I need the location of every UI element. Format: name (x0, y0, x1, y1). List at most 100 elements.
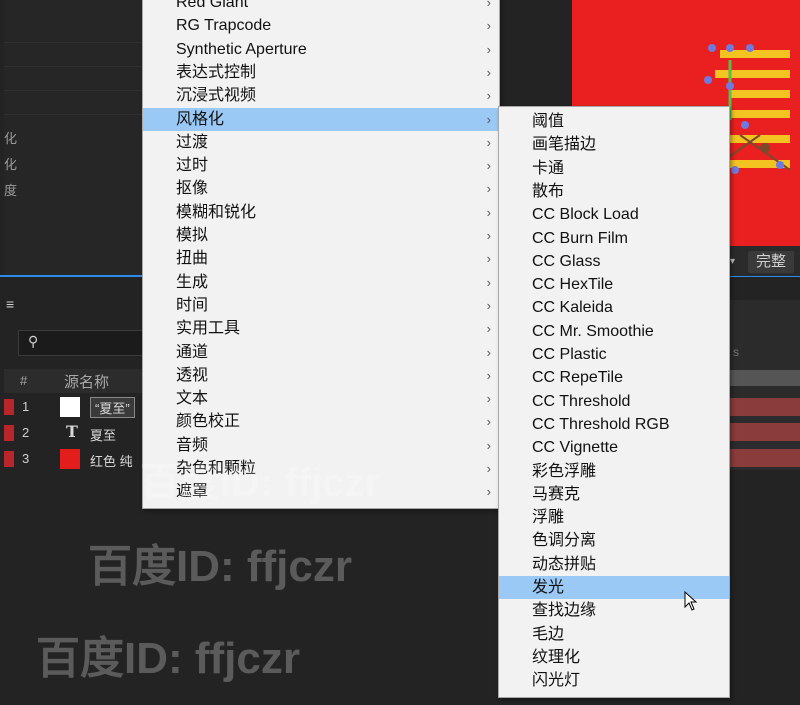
chevron-right-icon: › (486, 134, 491, 150)
menu-item-label: 模糊和锐化 (176, 203, 257, 221)
chevron-right-icon: › (486, 437, 491, 453)
menu-item-label: 阈值 (532, 113, 565, 130)
chevron-right-icon: › (486, 461, 491, 476)
menu-item[interactable]: 时间 › (143, 294, 499, 317)
mouse-cursor-icon (684, 591, 698, 611)
menu-item[interactable]: 动态拼贴 (499, 553, 729, 576)
chevron-right-icon: › (486, 204, 491, 220)
menu-item-label: 文本 (176, 390, 209, 408)
menu-item-label: 画笔描边 (532, 136, 597, 154)
menu-item[interactable]: CC Vignette (499, 436, 729, 459)
menu-item-label: CC Vignette (532, 439, 618, 457)
menu-item[interactable]: 文本 › (143, 387, 499, 410)
resolution-dropdown[interactable]: 完整 (748, 251, 794, 273)
layer-bar[interactable] (728, 449, 800, 467)
menu-item[interactable]: 扭曲 › (143, 247, 499, 270)
menu-item[interactable]: Synthetic Aperture › (143, 38, 499, 61)
menu-item[interactable]: 透视 › (143, 364, 499, 387)
menu-item[interactable]: 色调分离 (499, 529, 729, 552)
search-icon[interactable]: ⚲ (28, 333, 38, 350)
menu-item[interactable]: CC Kaleida (499, 296, 729, 319)
menu-item-label: 表达式控制 (176, 63, 257, 81)
layer-name[interactable]: “夏至” (90, 397, 135, 418)
layer-bar[interactable] (728, 398, 800, 416)
chevron-right-icon: › (486, 391, 491, 407)
layer-color-swatch (60, 449, 80, 469)
layer-number: 1 (22, 399, 30, 414)
menu-item[interactable]: 沉浸式视频 › (143, 84, 499, 107)
menu-item[interactable]: CC Threshold RGB (499, 413, 729, 436)
menu-item[interactable]: Red Giant › (143, 0, 499, 14)
menu-item-label: 扭曲 (176, 250, 209, 268)
left-panel-label: 度 (4, 183, 18, 198)
layer-name[interactable]: 红色 纯 (90, 451, 133, 470)
menu-item[interactable]: 浮雕 (499, 506, 729, 529)
layer-name[interactable]: 夏至 (90, 425, 116, 444)
menu-item[interactable]: 通道 › (143, 341, 499, 364)
menu-item[interactable]: CC Block Load (499, 203, 729, 226)
menu-item[interactable]: CC Threshold (499, 390, 729, 413)
menu-item[interactable]: CC Plastic (499, 343, 729, 366)
chevron-right-icon: › (486, 158, 491, 174)
chevron-right-icon: › (486, 414, 491, 430)
menu-item[interactable]: 过渡 › (143, 131, 499, 154)
menu-item-label: 散布 (532, 182, 565, 200)
column-header-source-name[interactable]: 源名称 (64, 371, 109, 392)
menu-item-label: CC Threshold (532, 392, 631, 410)
menu-item[interactable]: 实用工具 › (143, 317, 499, 340)
chevron-right-icon: › (486, 111, 491, 127)
effect-controls-panel (4, 0, 144, 275)
menu-item-label: 查找边缘 (532, 602, 597, 620)
chevron-right-icon: › (486, 18, 491, 34)
menu-item[interactable]: 卡通 (499, 157, 729, 180)
left-panel-label: 化 (4, 131, 18, 146)
menu-item[interactable]: 彩色浮雕 (499, 460, 729, 483)
menu-item-label: 纹理化 (532, 648, 581, 666)
menu-item-label: 浮雕 (532, 509, 565, 527)
menu-item-label: 风格化 (176, 110, 225, 128)
menu-item[interactable]: 抠像 › (143, 177, 499, 200)
menu-item-label: 彩色浮雕 (532, 462, 597, 480)
menu-item[interactable]: 马赛克 (499, 483, 729, 506)
menu-item[interactable]: RG Trapcode › (143, 14, 499, 37)
menu-item[interactable]: CC Glass (499, 250, 729, 273)
menu-item[interactable]: CC HexTile (499, 273, 729, 296)
menu-item[interactable]: CC RepeTile (499, 366, 729, 389)
watermark: 百度ID: ffjczr (140, 461, 380, 505)
menu-item[interactable]: CC Mr. Smoothie (499, 320, 729, 343)
layer-bar[interactable] (728, 423, 800, 441)
column-header-number[interactable]: # (20, 373, 27, 388)
menu-item-label: 发光 (532, 579, 565, 596)
table-row[interactable]: 3 红色 纯 (4, 448, 142, 470)
menu-item[interactable]: 模拟 › (143, 224, 499, 247)
menu-item[interactable]: 风格化 › (143, 107, 499, 131)
menu-item[interactable]: 画笔描边 (499, 133, 729, 156)
menu-item-label: Red Giant (176, 0, 249, 11)
menu-item[interactable]: CC Burn Film (499, 227, 729, 250)
menu-item-label: 马赛克 (532, 485, 581, 503)
menu-item[interactable]: 生成 › (143, 271, 499, 294)
menu-item[interactable]: 纹理化 (499, 646, 729, 669)
menu-item[interactable]: 阈值 (499, 110, 729, 133)
menu-item-label: CC Kaleida (532, 299, 613, 317)
menu-item[interactable]: 过时 › (143, 154, 499, 177)
menu-item[interactable]: 模糊和锐化 › (143, 201, 499, 224)
menu-icon[interactable]: ≡ (6, 296, 14, 312)
chevron-right-icon: › (486, 484, 491, 500)
menu-item[interactable]: 表达式控制 › (143, 61, 499, 84)
chevron-down-icon[interactable]: ▾ (730, 256, 735, 267)
text-layer-icon: T (66, 422, 78, 441)
left-panel-label: 化 (4, 157, 18, 172)
menu-item[interactable]: 颜色校正 › (143, 410, 499, 433)
time-ruler-label: s (733, 345, 739, 359)
label-color-tag[interactable] (4, 451, 14, 467)
menu-item[interactable]: 闪光灯 (499, 669, 729, 692)
table-row[interactable]: 1 “夏至” (4, 396, 142, 418)
menu-item-label: 闪光灯 (532, 672, 581, 690)
label-color-tag[interactable] (4, 399, 14, 415)
table-row[interactable]: 2 T 夏至 (4, 422, 142, 444)
menu-item[interactable]: 毛边 (499, 623, 729, 646)
menu-item[interactable]: 散布 (499, 180, 729, 203)
menu-item-label: 色调分离 (532, 532, 597, 550)
label-color-tag[interactable] (4, 425, 14, 441)
